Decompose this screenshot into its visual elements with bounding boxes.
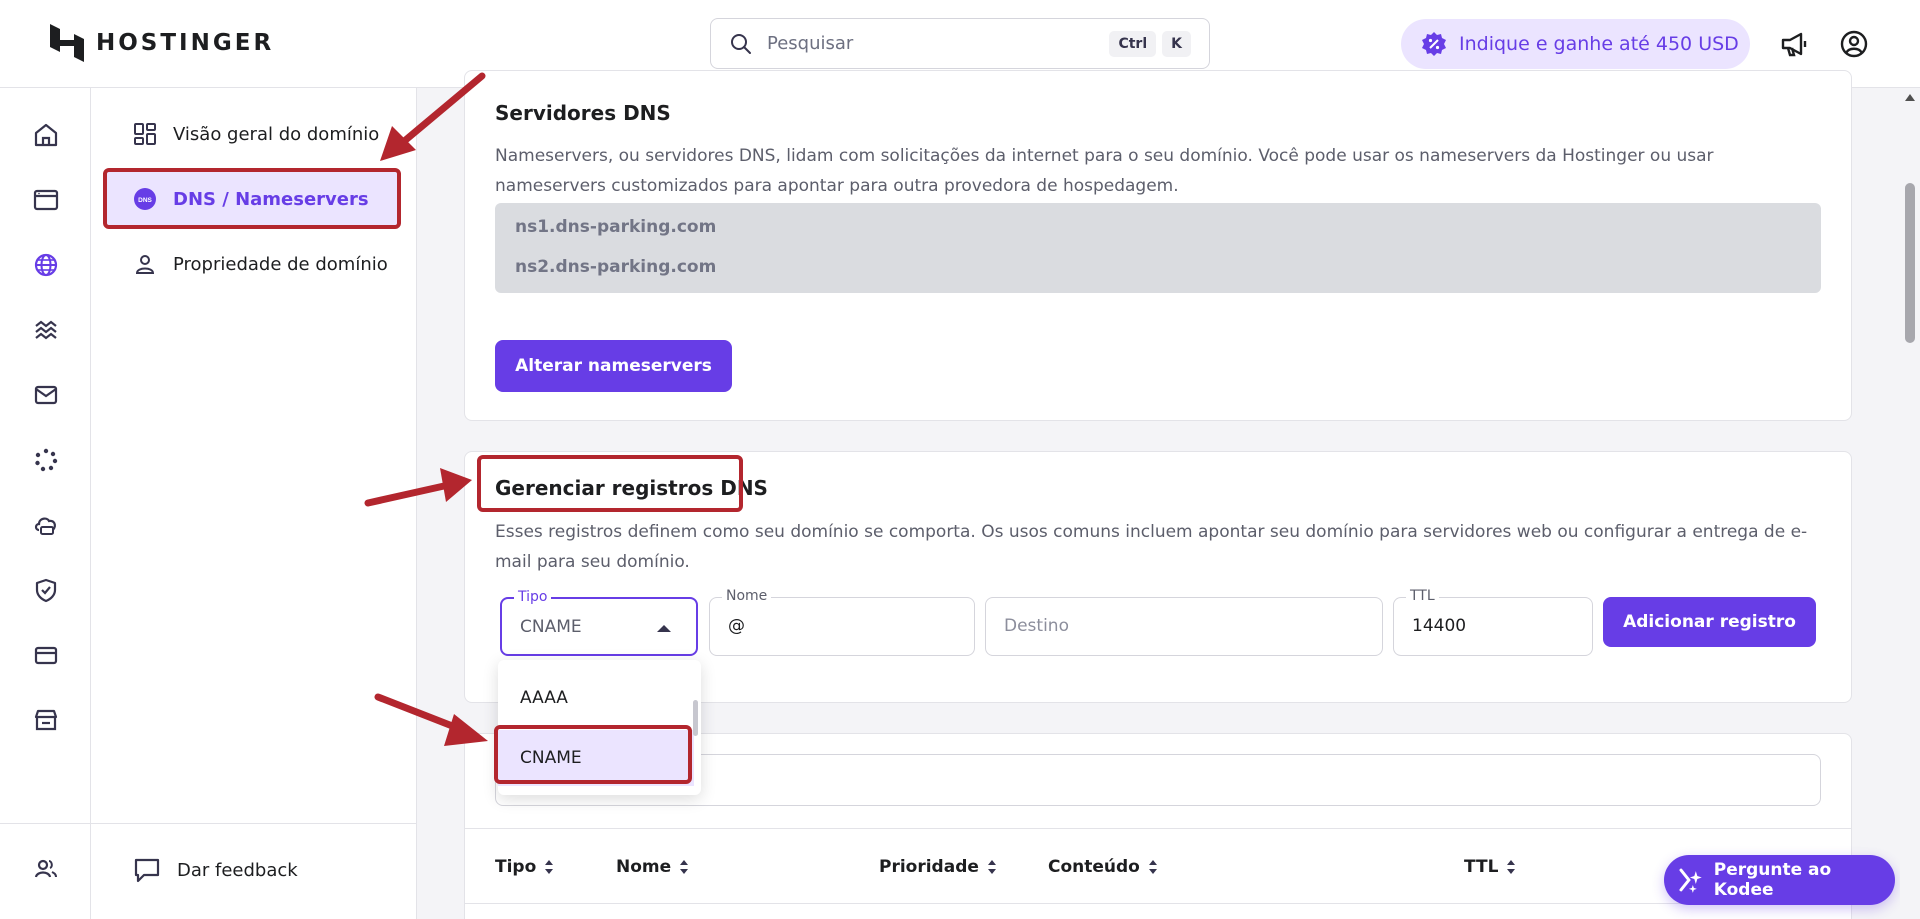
- sidebar-item-label: Propriedade de domínio: [173, 253, 388, 275]
- sidebar-item-domain-overview[interactable]: Visão geral do domínio: [103, 106, 401, 162]
- table-header-row: Tipo Nome Prioridade Conteúdo TTL: [465, 828, 1851, 904]
- nameserver-2: ns2.dns-parking.com: [515, 257, 717, 277]
- caret-up-icon: [657, 625, 671, 632]
- sort-icon: [987, 860, 996, 874]
- column-type[interactable]: Tipo: [495, 857, 554, 877]
- change-nameservers-button[interactable]: Alterar nameservers: [495, 340, 732, 392]
- column-label: Nome: [616, 857, 672, 877]
- nav-team[interactable]: [28, 851, 64, 887]
- mail-icon: [34, 385, 58, 405]
- waves-icon: [35, 320, 57, 340]
- column-label: Tipo: [495, 857, 537, 877]
- nav-emails[interactable]: [28, 377, 64, 413]
- credit-card-icon: [34, 646, 58, 665]
- nav-vps[interactable]: [28, 442, 64, 478]
- dns-servers-description: Nameservers, ou servidores DNS, lidam co…: [495, 146, 1714, 196]
- sidebar-item-domain-ownership[interactable]: Propriedade de domínio: [103, 236, 401, 292]
- person-icon: [135, 255, 155, 274]
- dns-servers-title: Servidores DNS: [495, 101, 671, 125]
- record-name-field[interactable]: Nome @: [709, 588, 975, 656]
- column-content[interactable]: Conteúdo: [1048, 857, 1158, 877]
- nav-horizons[interactable]: [28, 312, 64, 348]
- sidebar-item-label: Visão geral do domínio: [173, 123, 380, 145]
- nav-billing[interactable]: [28, 637, 64, 673]
- nameserver-1: ns1.dns-parking.com: [515, 217, 717, 237]
- ttl-value: 14400: [1412, 616, 1467, 636]
- add-record-button[interactable]: Adicionar registro: [1603, 597, 1816, 647]
- sort-icon: [680, 860, 689, 874]
- nav-marketplace[interactable]: [28, 702, 64, 738]
- search-input[interactable]: Pesquisar: [767, 33, 1103, 54]
- discount-badge-icon: [1422, 32, 1446, 56]
- feedback-button[interactable]: Dar feedback: [103, 842, 401, 898]
- column-name[interactable]: Nome: [616, 857, 689, 877]
- sort-icon: [545, 860, 554, 874]
- account-button[interactable]: [1836, 26, 1872, 62]
- nav-home[interactable]: [28, 117, 64, 153]
- scrollbar-thumb[interactable]: [1905, 183, 1915, 343]
- home-icon: [34, 123, 58, 147]
- brand-name: HOSTINGER: [96, 30, 275, 56]
- users-icon: [34, 859, 57, 878]
- scroll-up-icon[interactable]: [1904, 92, 1916, 102]
- name-value: @: [728, 616, 745, 636]
- shortcut-ctrl: Ctrl: [1109, 30, 1157, 57]
- hostinger-logo-icon: [50, 24, 84, 62]
- dropdown-scrollbar[interactable]: [693, 700, 698, 736]
- user-circle-icon: [1840, 30, 1868, 58]
- globe-icon: [34, 253, 58, 277]
- page-scrollbar[interactable]: [1900, 88, 1920, 919]
- ttl-label: TTL: [1406, 588, 1439, 604]
- sort-icon: [1148, 860, 1157, 874]
- column-label: TTL: [1464, 857, 1499, 877]
- record-target-field[interactable]: Destino: [985, 597, 1383, 656]
- annotation-highlight-option: [494, 725, 692, 784]
- nav-websites[interactable]: [28, 182, 64, 218]
- announcements-button[interactable]: [1776, 26, 1812, 62]
- target-placeholder: Destino: [1004, 616, 1069, 636]
- annotation-highlight-title: [477, 455, 743, 512]
- dashboard-grid-icon: [134, 123, 156, 145]
- dns-servers-card: Servidores DNS Nameservers, ou servidore…: [464, 70, 1852, 421]
- kodee-sparkle-icon: [1679, 868, 1702, 893]
- nav-domains[interactable]: [28, 247, 64, 283]
- kodee-label: Pergunte ao Kodee: [1713, 860, 1832, 900]
- type-value: CNAME: [520, 617, 582, 637]
- record-ttl-field[interactable]: TTL 14400: [1393, 588, 1593, 656]
- sidebar-divider: [91, 823, 417, 824]
- hostinger-logo[interactable]: HOSTINGER: [50, 24, 274, 62]
- referral-label: Indique e ganhe até 450 USD: [1459, 33, 1739, 55]
- chat-bubble-icon: [134, 858, 160, 883]
- search-bar[interactable]: Pesquisar Ctrl K: [710, 18, 1210, 69]
- column-priority[interactable]: Prioridade: [879, 857, 997, 877]
- main-nav-rail: [0, 88, 91, 919]
- referral-button[interactable]: Indique e ganhe até 450 USD: [1401, 19, 1750, 69]
- browser-window-icon: [33, 189, 59, 211]
- ask-kodee-button[interactable]: Pergunte ao Kodee: [1664, 855, 1895, 905]
- feedback-label: Dar feedback: [177, 859, 298, 881]
- nav-security[interactable]: [28, 572, 64, 608]
- megaphone-icon: [1781, 32, 1807, 57]
- column-ttl[interactable]: TTL: [1464, 857, 1516, 877]
- shield-check-icon: [35, 578, 57, 603]
- record-type-select[interactable]: Tipo CNAME: [500, 589, 698, 656]
- rail-divider: [0, 823, 91, 824]
- shortcut-k: K: [1162, 30, 1191, 57]
- nav-cloud[interactable]: [28, 507, 64, 543]
- sort-icon: [1507, 860, 1516, 874]
- annotation-highlight-sidebar: [103, 168, 401, 229]
- option-aaaa[interactable]: AAAA: [498, 670, 694, 726]
- loader-icon: [35, 448, 58, 472]
- manage-records-description: Esses registros definem como seu domínio…: [495, 522, 1808, 572]
- column-label: Prioridade: [879, 857, 979, 877]
- type-label: Tipo: [514, 589, 552, 605]
- store-icon: [34, 709, 58, 731]
- column-label: Conteúdo: [1048, 857, 1140, 877]
- cloud-server-icon: [34, 517, 56, 535]
- nameservers-list: ns1.dns-parking.com ns2.dns-parking.com: [495, 203, 1821, 293]
- search-icon: [731, 33, 751, 54]
- name-label: Nome: [722, 588, 772, 604]
